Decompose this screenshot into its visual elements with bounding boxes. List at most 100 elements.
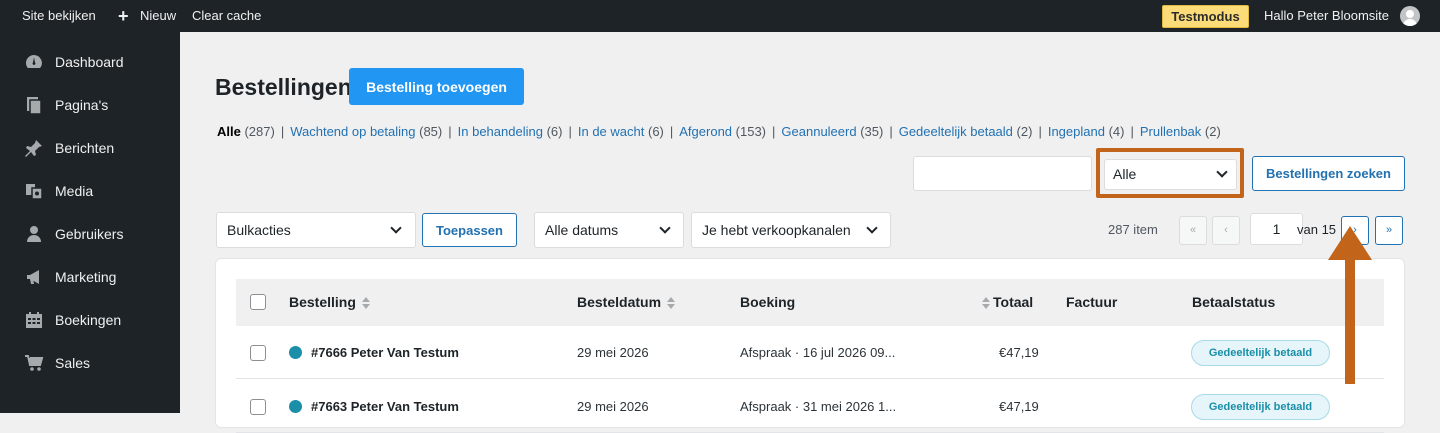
date-filter-select[interactable]: Alle datums bbox=[534, 212, 684, 248]
table-row[interactable]: #7663 Peter Van Testum 29 mei 2026 Afspr… bbox=[236, 380, 1384, 433]
orders-table-card: Bestelling Besteldatum Boeking Totaal Fa… bbox=[215, 258, 1405, 433]
filter-count: (287) bbox=[244, 124, 275, 139]
filter-count: (85) bbox=[419, 124, 443, 139]
chevron-down-icon bbox=[390, 222, 402, 234]
chevron-down-icon bbox=[659, 222, 671, 234]
new-menu[interactable]: Nieuw bbox=[140, 0, 176, 32]
megaphone-icon bbox=[27, 270, 39, 284]
column-order[interactable]: Bestelling bbox=[289, 279, 370, 326]
filter-processing[interactable]: In behandeling bbox=[458, 124, 543, 139]
column-label: Besteldatum bbox=[577, 294, 662, 310]
sidebar-item-label: Media bbox=[55, 183, 94, 199]
site-link[interactable]: Site bekijken bbox=[22, 0, 96, 32]
column-date[interactable]: Besteldatum bbox=[577, 279, 676, 326]
filter-trash[interactable]: Prullenbak bbox=[1140, 124, 1201, 139]
filter-pending-payment[interactable]: Wachtend op betaling bbox=[290, 124, 415, 139]
column-total[interactable]: Totaal bbox=[982, 279, 1033, 326]
sales-channel-select[interactable]: Je hebt verkoopkanalen bbox=[691, 212, 891, 248]
pin-icon bbox=[25, 140, 42, 157]
avatar[interactable] bbox=[1400, 6, 1420, 26]
filter-count: (6) bbox=[647, 124, 664, 139]
sidebar-item-label: Dashboard bbox=[55, 54, 124, 70]
plus-icon[interactable]: + bbox=[118, 0, 129, 32]
sort-icon bbox=[667, 297, 676, 310]
order-date: 29 mei 2026 bbox=[577, 399, 649, 414]
filter-count: (6) bbox=[546, 124, 563, 139]
status-filter-links: Alle (287) | Wachtend op betaling (85) | In … bbox=[217, 124, 1221, 139]
highlight-box bbox=[1096, 148, 1244, 198]
sidebar-item-marketing[interactable]: Marketing bbox=[0, 257, 180, 297]
sidebar-item-posts[interactable]: Berichten bbox=[0, 128, 180, 168]
sidebar-item-label: Sales bbox=[55, 355, 91, 371]
items-count: 287 item bbox=[1108, 222, 1158, 237]
search-orders-button[interactable]: Bestellingen zoeken bbox=[1252, 156, 1405, 191]
chevron-down-icon bbox=[866, 222, 878, 234]
admin-sidebar: Dashboard Pagina's Berichten Media Gebru… bbox=[0, 32, 180, 413]
filter-count: (35) bbox=[860, 124, 884, 139]
sidebar-item-label: Berichten bbox=[55, 140, 115, 156]
sidebar-item-label: Boekingen bbox=[55, 312, 122, 328]
status-dot bbox=[289, 400, 302, 413]
account-greeting[interactable]: Hallo Peter Bloomsite bbox=[1264, 0, 1389, 32]
admin-bar: Site bekijken + Nieuw Clear cache Testmo… bbox=[0, 0, 1440, 32]
apply-button[interactable]: Toepassen bbox=[422, 213, 517, 247]
sidebar-item-sales[interactable]: Sales bbox=[0, 343, 180, 383]
filter-on-hold[interactable]: In de wacht bbox=[578, 124, 645, 139]
sidebar-item-users[interactable]: Gebruikers bbox=[0, 214, 180, 254]
add-order-button[interactable]: Bestelling toevoegen bbox=[349, 68, 524, 105]
status-dot bbox=[289, 346, 302, 359]
page-title: Bestellingen bbox=[215, 74, 352, 100]
column-invoice: Factuur bbox=[1066, 294, 1118, 310]
filter-cancelled[interactable]: Geannuleerd bbox=[781, 124, 856, 139]
last-page-button[interactable]: » bbox=[1375, 216, 1403, 245]
table-row[interactable]: #7666 Peter Van Testum 29 mei 2026 Afspr… bbox=[236, 326, 1384, 379]
bulk-actions-value: Bulkacties bbox=[227, 222, 291, 238]
sidebar-item-media[interactable]: Media bbox=[0, 171, 180, 211]
order-link[interactable]: #7663 Peter Van Testum bbox=[311, 399, 459, 414]
sidebar-item-dashboard[interactable]: Dashboard bbox=[0, 42, 180, 82]
pages-icon bbox=[27, 97, 42, 115]
annotation-arrow-icon bbox=[1328, 226, 1372, 384]
media-icon bbox=[26, 184, 43, 200]
column-booking: Boeking bbox=[740, 294, 796, 310]
filter-count: (2) bbox=[1204, 124, 1221, 139]
filter-count: (4) bbox=[1108, 124, 1125, 139]
bulk-actions-select[interactable]: Bulkacties bbox=[216, 212, 416, 248]
date-filter-value: Alle datums bbox=[545, 222, 619, 238]
user-icon bbox=[27, 226, 41, 242]
search-input[interactable] bbox=[913, 156, 1092, 191]
test-mode-badge: Testmodus bbox=[1162, 5, 1249, 28]
order-total: €47,19 bbox=[999, 399, 1039, 414]
filter-partially-paid[interactable]: Gedeeltelijk betaald bbox=[899, 124, 1013, 139]
status-badge: Gedeeltelijk betaald bbox=[1191, 340, 1330, 366]
current-page-input[interactable]: 1 bbox=[1250, 213, 1303, 245]
order-link[interactable]: #7666 Peter Van Testum bbox=[311, 345, 459, 360]
main-content: Bestellingen Bestelling toevoegen Alle (… bbox=[180, 32, 1440, 433]
booking-info: Afspraak · 31 mei 2026 1... bbox=[740, 399, 897, 414]
first-page-button[interactable]: « bbox=[1179, 216, 1207, 245]
sidebar-item-label: Gebruikers bbox=[55, 226, 124, 242]
dashboard-icon bbox=[26, 55, 42, 68]
filter-all[interactable]: Alle bbox=[217, 124, 241, 139]
select-all-checkbox[interactable] bbox=[250, 294, 266, 310]
sidebar-item-pages[interactable]: Pagina's bbox=[0, 85, 180, 125]
sort-icon bbox=[982, 297, 990, 310]
column-label: Bestelling bbox=[289, 294, 356, 310]
filter-completed[interactable]: Afgerond bbox=[679, 124, 732, 139]
status-badge: Gedeeltelijk betaald bbox=[1191, 394, 1330, 420]
row-checkbox[interactable] bbox=[250, 345, 266, 361]
column-payment-status: Betaalstatus bbox=[1192, 294, 1276, 310]
filter-count: (2) bbox=[1016, 124, 1033, 139]
cart-icon bbox=[25, 355, 44, 371]
booking-info: Afspraak · 16 jul 2026 09... bbox=[740, 345, 896, 360]
filter-scheduled[interactable]: Ingepland bbox=[1048, 124, 1105, 139]
sort-icon bbox=[361, 297, 370, 310]
clear-cache-link[interactable]: Clear cache bbox=[192, 0, 261, 32]
calendar-icon bbox=[26, 312, 42, 328]
column-label: Totaal bbox=[993, 294, 1034, 310]
order-date: 29 mei 2026 bbox=[577, 345, 649, 360]
sidebar-item-bookings[interactable]: Boekingen bbox=[0, 300, 180, 340]
filter-count: (153) bbox=[735, 124, 767, 139]
sidebar-item-label: Pagina's bbox=[55, 97, 109, 113]
prev-page-button[interactable]: ‹ bbox=[1212, 216, 1240, 245]
